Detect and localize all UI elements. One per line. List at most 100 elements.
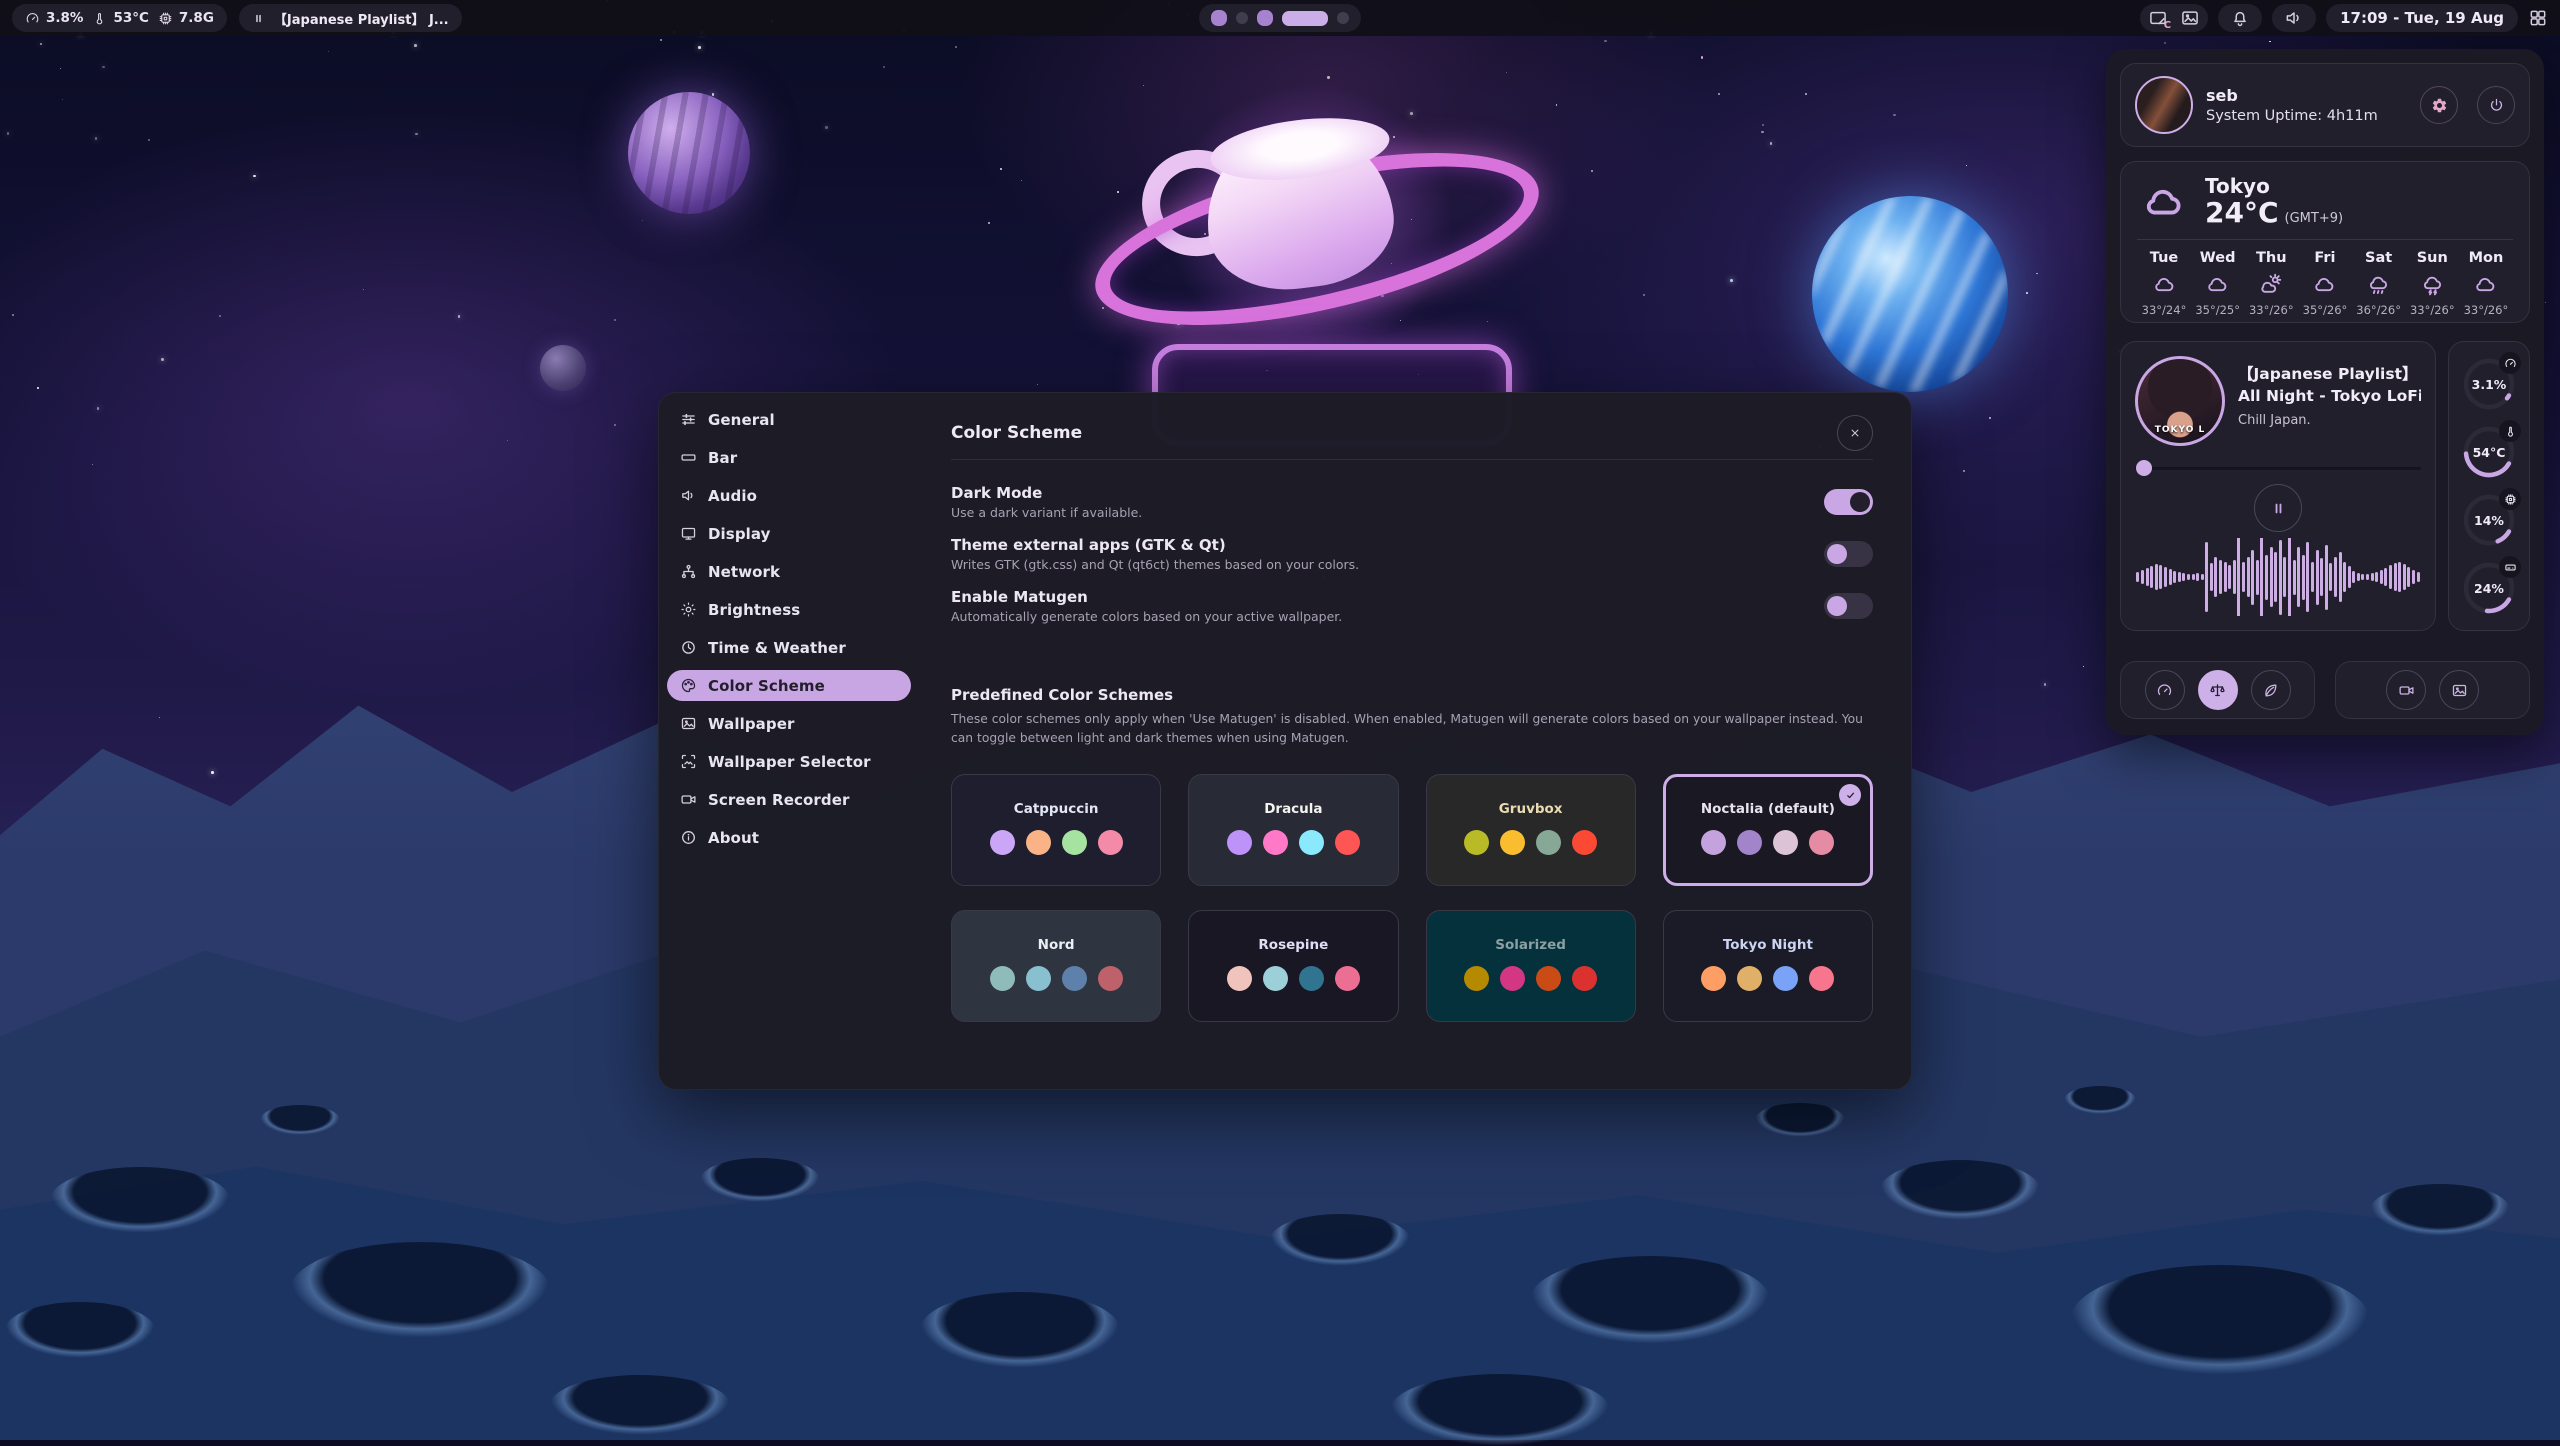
scheme-color-dot <box>1026 830 1051 855</box>
sidebar-item-label: Wallpaper <box>708 715 794 733</box>
volume-button[interactable] <box>2272 4 2316 32</box>
screen-recorder-button[interactable] <box>2386 670 2426 710</box>
selected-check-badge <box>1839 784 1861 806</box>
enable-matugen-toggle[interactable] <box>1824 593 1873 619</box>
workspace-dot[interactable] <box>1211 10 1227 26</box>
cloud-icon <box>2473 272 2498 297</box>
scheme-color-dot <box>990 830 1015 855</box>
scheme-color-dot <box>1464 830 1489 855</box>
tablet-icon[interactable] <box>2148 8 2168 28</box>
workspace-dot[interactable] <box>1337 12 1349 24</box>
dark-mode-toggle[interactable] <box>1824 489 1873 515</box>
cpu-usage-gauge: 3.1% <box>2460 355 2518 413</box>
sidebar-item-label: Bar <box>708 449 737 467</box>
scheme-card-gruvbox[interactable]: Gruvbox <box>1426 774 1636 886</box>
scheme-color-dot <box>1026 966 1051 991</box>
forecast-day: Thu33°/26° <box>2246 250 2296 317</box>
scheme-card-solarized[interactable]: Solarized <box>1426 910 1636 1022</box>
album-art: TOKYO L <box>2135 356 2225 446</box>
sidebar-item-network[interactable]: Network <box>667 556 911 587</box>
media-progress-slider[interactable] <box>2135 460 2421 476</box>
sidebar-item-wallpaper[interactable]: Wallpaper <box>667 708 911 739</box>
settings-button[interactable] <box>2420 86 2458 124</box>
scheme-color-dot <box>1335 830 1360 855</box>
dashboard-grid-icon[interactable] <box>2528 8 2548 28</box>
clock-button[interactable]: 17:09 - Tue, 19 Aug <box>2326 4 2518 32</box>
sidebar-item-label: Screen Recorder <box>708 791 849 809</box>
toggle-knob <box>1827 596 1847 616</box>
settings-sidebar: General Bar Audio Display Network Bright… <box>659 393 917 1089</box>
disk-icon <box>2499 556 2521 578</box>
weather-temp: 24°C <box>2205 196 2279 229</box>
user-name: seb <box>2206 86 2407 105</box>
sidebar-item-display[interactable]: Display <box>667 518 911 549</box>
power-button[interactable] <box>2477 86 2515 124</box>
progress-knob[interactable] <box>2136 460 2152 476</box>
sidebar-item-brightness[interactable]: Brightness <box>667 594 911 625</box>
media-player-card: TOKYO L 【Japanese Playlist】 Japan All Ni… <box>2120 341 2436 631</box>
scheme-color-dot <box>1809 966 1834 991</box>
scheme-grid: Catppuccin Dracula Gruvbox Noctalia (def… <box>951 774 1873 1022</box>
sun-cloud-icon <box>2259 272 2284 297</box>
palette-icon <box>680 677 697 694</box>
scheme-color-dot <box>1536 830 1561 855</box>
power-saver-profile-button[interactable] <box>2251 670 2291 710</box>
scheme-card-catppuccin[interactable]: Catppuccin <box>951 774 1161 886</box>
temperature-gauge: 54°C <box>2460 423 2518 481</box>
setting-title: Enable Matugen <box>951 588 1342 606</box>
sidebar-item-about[interactable]: About <box>667 822 911 853</box>
sidebar-item-color-scheme[interactable]: Color Scheme <box>667 670 911 701</box>
temperature-stat: 53°C <box>92 10 148 26</box>
media-pill[interactable]: 【Japanese Playlist】 J... <box>239 4 462 32</box>
setting-row-dark-mode: Dark Mode Use a dark variant if availabl… <box>951 476 1873 528</box>
close-button[interactable] <box>1837 415 1873 451</box>
header-divider <box>951 459 1873 460</box>
scheme-color-dot <box>1062 830 1087 855</box>
thermometer-icon <box>92 11 107 26</box>
sidebar-item-label: Wallpaper Selector <box>708 753 871 771</box>
weekly-forecast: Tue33°/24° Wed35°/25° Thu33°/26° Fri35°/… <box>2137 250 2513 317</box>
weather-timezone: (GMT+9) <box>2285 211 2344 226</box>
bell-icon <box>2230 8 2250 28</box>
performance-profile-button[interactable] <box>2145 670 2185 710</box>
scheme-color-dot <box>1263 966 1288 991</box>
sidebar-item-audio[interactable]: Audio <box>667 480 911 511</box>
scheme-card-nord[interactable]: Nord <box>951 910 1161 1022</box>
wallpaper-icon[interactable] <box>2180 8 2200 28</box>
sidebar-item-label: Network <box>708 563 780 581</box>
system-stats-pill[interactable]: 3.8% 53°C 7.8G <box>12 4 227 32</box>
sidebar-item-general[interactable]: General <box>667 404 911 435</box>
workspace-dot[interactable] <box>1257 10 1273 26</box>
theme-external-apps-toggle[interactable] <box>1824 541 1873 567</box>
sidebar-item-screen-recorder[interactable]: Screen Recorder <box>667 784 911 815</box>
album-art-text: TOKYO L <box>2138 425 2222 435</box>
scheme-color-dot <box>1062 966 1087 991</box>
leaf-icon <box>2262 682 2279 699</box>
media-title-line2: All Night - Tokyo LoFi Chill... <box>2238 386 2421 408</box>
workspace-dot[interactable] <box>1236 12 1248 24</box>
wallpaper-button[interactable] <box>2439 670 2479 710</box>
scheme-card-noctalia[interactable]: Noctalia (default) <box>1663 774 1873 886</box>
workspace-indicator[interactable] <box>1199 4 1361 32</box>
workspace-dot[interactable] <box>1282 11 1328 26</box>
scheme-color-dot <box>1500 830 1525 855</box>
sidebar-item-label: Display <box>708 525 771 543</box>
scheme-color-dot <box>1464 966 1489 991</box>
page-title: Color Scheme <box>951 423 1082 443</box>
rain-cloud-icon <box>2366 272 2391 297</box>
scheme-color-dot <box>1263 830 1288 855</box>
scheme-card-tokyo-night[interactable]: Tokyo Night <box>1663 910 1873 1022</box>
sidebar-item-wallpaper-selector[interactable]: Wallpaper Selector <box>667 746 911 777</box>
power-icon <box>2488 97 2505 114</box>
pause-button[interactable] <box>2254 484 2302 532</box>
scheme-card-dracula[interactable]: Dracula <box>1188 774 1398 886</box>
gear-icon <box>2431 97 2448 114</box>
balanced-profile-button[interactable] <box>2198 670 2238 710</box>
forecast-day: Sun33°/26° <box>2407 250 2457 317</box>
sidebar-item-bar[interactable]: Bar <box>667 442 911 473</box>
cloud-icon <box>2205 272 2230 297</box>
setting-row-enable-matugen: Enable Matugen Automatically generate co… <box>951 580 1873 632</box>
notifications-button[interactable] <box>2218 4 2262 32</box>
sidebar-item-time-weather[interactable]: Time & Weather <box>667 632 911 663</box>
scheme-card-rosepine[interactable]: Rosepine <box>1188 910 1398 1022</box>
